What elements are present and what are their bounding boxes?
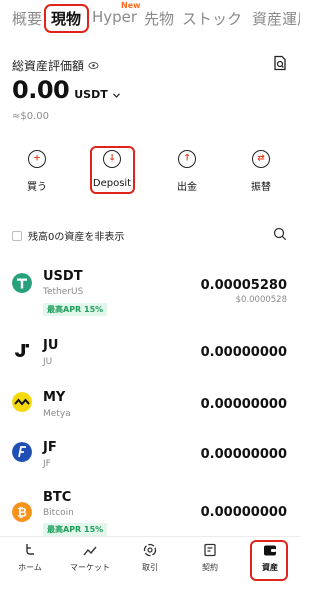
hide-zero-balance-label: 残高0の資産を非表示 [28,232,125,243]
svg-text:₿: ₿ [17,506,27,520]
asset-name: TetherUS [43,287,84,297]
asset-amount: 0.00000000 [200,345,287,360]
asset-amount: 0.00000000 [200,397,287,412]
nav-home[interactable]: ホーム [0,543,60,573]
balance-usd: ≈$0.00 [12,111,50,122]
usdt-coin-icon [12,273,32,293]
transfer-label: 振替 [251,182,271,193]
checkbox-icon[interactable] [12,230,22,241]
asset-value: $0.0000528 [235,295,287,305]
asset-amount: 0.00000000 [200,447,287,462]
metya-coin-icon [12,392,32,412]
withdraw-icon: ↑ [178,150,196,168]
nav-trade-label: 取引 [142,563,158,572]
asset-amount: 0.00005280 [200,278,287,293]
asset-symbol: USDT [43,269,83,284]
apr-badge[interactable]: 最高APR 15% [43,303,108,316]
jf-coin-icon [12,442,32,462]
total-assets-label: 総資産評価額 [12,57,99,74]
asset-symbol: JF [43,440,57,455]
tab-overview[interactable]: 概要 [12,8,42,29]
highlight-box-spot-tab [44,4,89,33]
balance-row: 0.00 USDT [12,76,120,104]
buy-button[interactable]: + 買う [9,150,65,193]
total-assets-text: 総資産評価額 [12,59,85,73]
asset-symbol: MY [43,390,66,405]
btc-coin-icon: ₿ [12,502,32,522]
highlight-box-deposit [90,146,135,194]
plus-circle-icon: + [28,150,46,168]
contract-icon [204,543,216,557]
nav-market[interactable]: マーケット [60,543,120,573]
tab-futures[interactable]: 先物 [144,8,174,29]
hide-zero-balance-toggle[interactable]: 残高0の資産を非表示 [12,228,124,243]
nav-market-label: マーケット [70,563,110,572]
search-icon[interactable] [273,227,287,241]
asset-symbol: BTC [43,490,72,505]
tab-hyper[interactable]: Hyper [92,8,137,26]
asset-name: Bitcoin [43,508,74,518]
apr-badge[interactable]: 最高APR 15% [43,523,108,536]
history-icon[interactable] [273,55,287,71]
tab-stock[interactable]: ストック [182,8,242,29]
transfer-button[interactable]: ⇄ 振替 [233,150,289,193]
withdraw-button[interactable]: ↑ 出金 [159,150,215,193]
asset-symbol: JU [43,338,59,353]
asset-amount: 0.00000000 [200,505,287,520]
home-icon [26,544,34,555]
balance-amount: 0.00 [12,76,70,104]
nav-trade[interactable]: 取引 [120,543,180,573]
eye-icon[interactable] [88,60,99,71]
asset-name: JF [43,459,51,469]
trade-icon [143,543,157,557]
market-chart-icon [83,546,97,556]
highlight-box-assets-nav [250,540,288,581]
balance-unit[interactable]: USDT [74,88,108,101]
asset-name: Metya [43,409,71,419]
transfer-icon: ⇄ [252,150,270,168]
withdraw-label: 出金 [177,182,197,193]
tab-earn[interactable]: 資産運用 [252,8,300,29]
asset-name: JU [43,357,53,367]
nav-contract[interactable]: 契約 [180,543,240,573]
nav-home-label: ホーム [18,563,42,572]
buy-label: 買う [27,182,47,193]
new-badge: New [121,1,141,10]
ju-coin-icon [15,344,29,357]
chevron-down-icon[interactable] [112,93,120,98]
nav-contract-label: 契約 [202,563,218,572]
